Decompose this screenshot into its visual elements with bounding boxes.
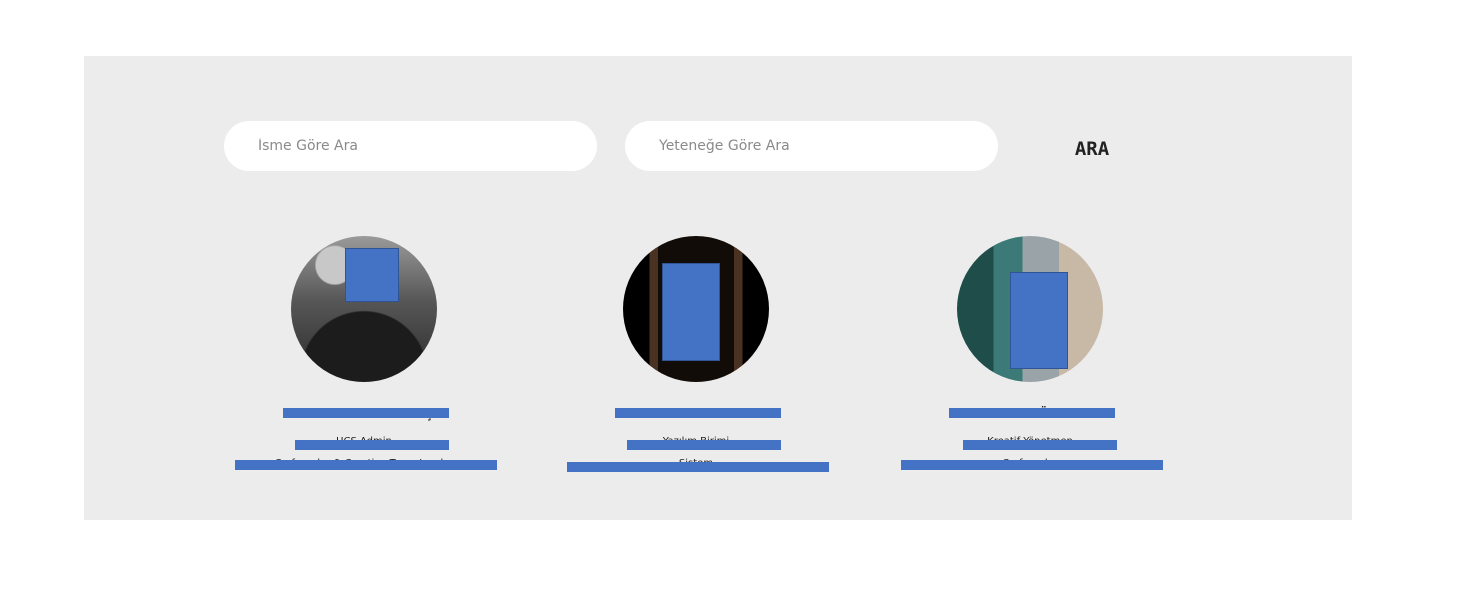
search-button[interactable]: ARA [1060, 134, 1124, 164]
role-redaction [901, 460, 1163, 470]
title-redaction [295, 440, 449, 450]
title-redaction [627, 440, 781, 450]
name-redaction [615, 408, 781, 418]
name-redaction [283, 408, 449, 418]
face-redaction [345, 248, 399, 302]
role-redaction [567, 462, 829, 472]
member-card[interactable]: Ahmet Fırat Yazılım Birimi Sistem [561, 236, 831, 476]
name-search-input[interactable] [224, 121, 597, 171]
name-redaction [949, 408, 1115, 418]
team-search-panel: ARA Abdurrahman Akkoç UCS Admin Co-found… [84, 56, 1352, 520]
skill-search-input[interactable] [625, 121, 998, 171]
face-redaction [662, 263, 720, 361]
role-redaction [235, 460, 497, 470]
member-card[interactable]: Ahmet Ünal Kreatif Yönetmen Co-founder [895, 236, 1165, 476]
face-redaction [1010, 272, 1068, 369]
title-redaction [963, 440, 1117, 450]
member-card[interactable]: Abdurrahman Akkoç UCS Admin Co-founder &… [229, 236, 499, 476]
